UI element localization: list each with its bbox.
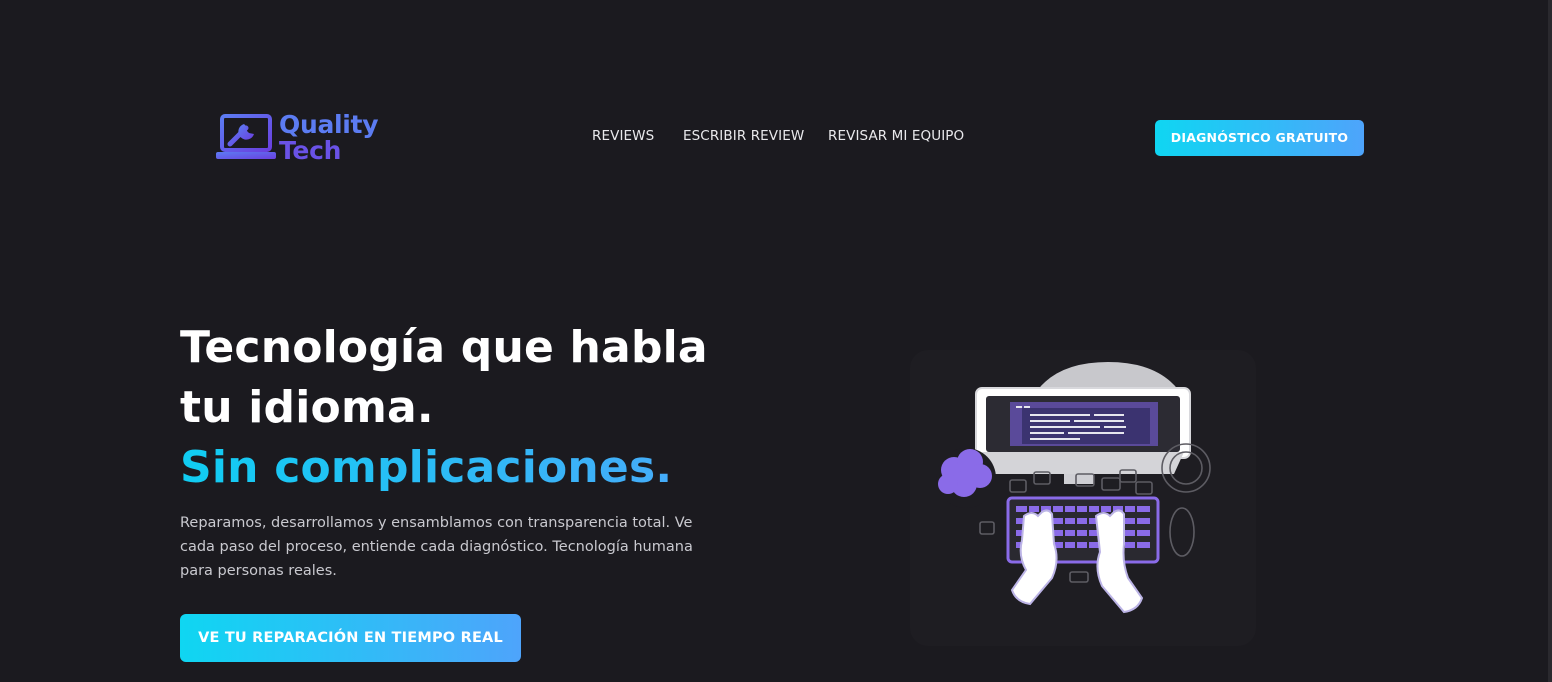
hero-title-accent: Sin complicaciones. — [180, 438, 820, 498]
hero-description: Reparamos, desarrollamos y ensamblamos c… — [180, 515, 693, 579]
nav-escribir-review[interactable]: ESCRIBIR REVIEW — [683, 128, 804, 144]
nav-reviews[interactable]: REVIEWS — [592, 128, 654, 144]
free-diagnosis-button[interactable]: DIAGNÓSTICO GRATUITO — [1155, 120, 1364, 156]
nav-revisar-mi-equipo[interactable]: REVISAR MI EQUIPO — [828, 128, 964, 144]
hero-title: Tecnología que habla tu idioma. Sin comp… — [180, 318, 820, 498]
laptop-wrench-icon — [216, 114, 276, 159]
logo-text-line2: Tech — [279, 136, 342, 165]
page-scrollbar[interactable] — [1548, 0, 1552, 682]
hero-title-line2: tu idioma. — [180, 382, 434, 433]
hero-title-line1: Tecnología que habla — [180, 322, 708, 373]
developer-illustration — [936, 362, 1211, 614]
live-repair-button[interactable]: VE TU REPARACIÓN EN TIEMPO REAL — [180, 614, 521, 662]
logo-text-line1: Quality — [279, 110, 379, 139]
logo[interactable]: Quality Tech — [216, 110, 388, 166]
